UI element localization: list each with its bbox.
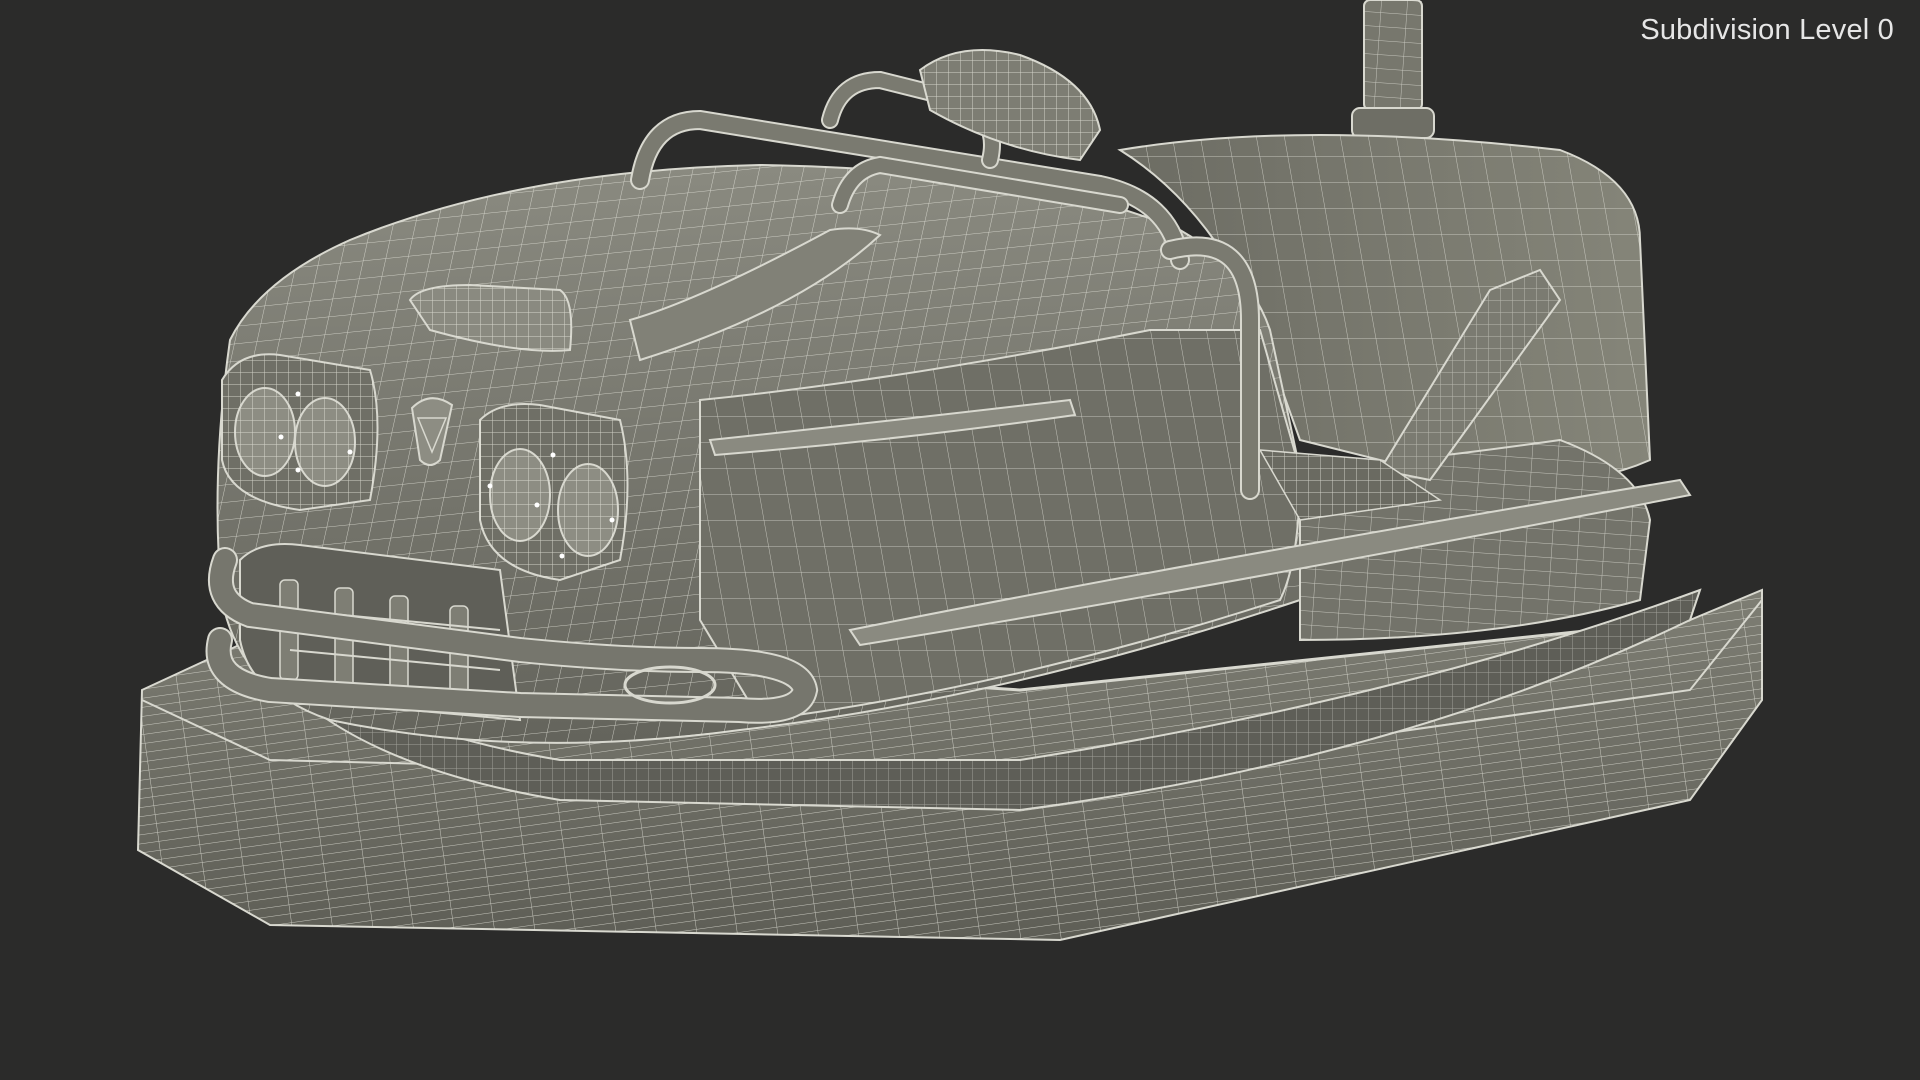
antenna-pole — [1351, 0, 1435, 139]
bumper-car-model[interactable] — [0, 0, 1920, 1080]
steering-column — [918, 49, 1102, 162]
3d-viewport[interactable]: Subdivision Level 0 — [0, 0, 1920, 1080]
subdivision-level-label: Subdivision Level 0 — [1640, 14, 1894, 46]
